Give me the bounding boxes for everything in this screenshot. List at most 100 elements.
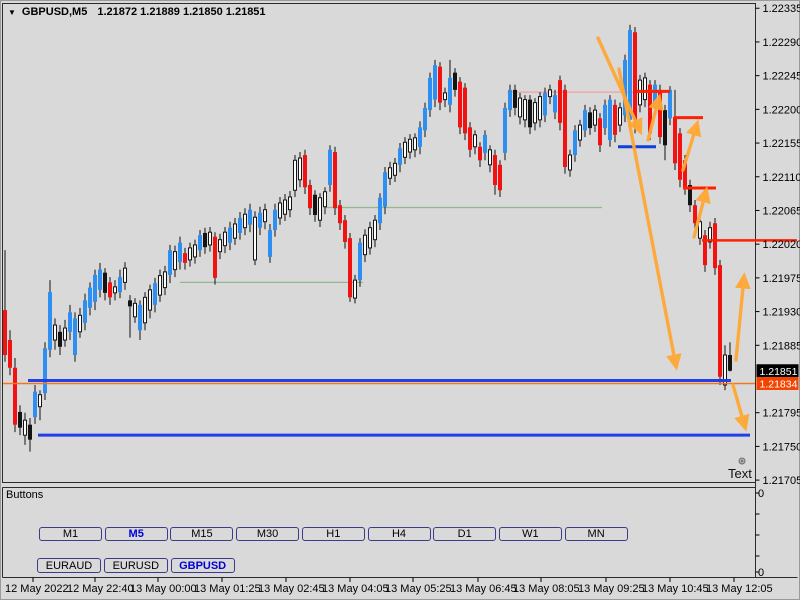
candle: [333, 146, 337, 215]
candle-body: [88, 287, 92, 308]
time-tick-label: 12 May 2022: [5, 583, 69, 595]
timeframe-button-h4[interactable]: H4: [367, 527, 431, 541]
time-tick-label: 12 May 22:40: [67, 583, 134, 595]
candle: [98, 262, 102, 298]
candle: [498, 160, 502, 197]
candle-body: [453, 72, 457, 90]
candle: [3, 250, 7, 362]
candle: [93, 269, 97, 311]
price-axis[interactable]: 1.22335 1.22290 1.22245 1.22200 1.22155 1.221…: [755, 3, 800, 487]
candle: [578, 119, 582, 147]
symbol-button-gbpusd[interactable]: GBPUSD: [170, 558, 235, 573]
candle-body: [338, 205, 342, 224]
candle: [543, 87, 547, 123]
candle-body: [3, 310, 7, 356]
candle-body: [358, 242, 362, 281]
candle-body: [643, 77, 647, 101]
candle-body: [573, 130, 577, 156]
candle: [528, 95, 532, 135]
candle-body: [258, 212, 262, 228]
candle-body: [493, 155, 497, 186]
subwindow-title: Buttons: [6, 489, 44, 501]
candle: [603, 99, 607, 135]
timeframe-button-h1[interactable]: H1: [301, 527, 365, 541]
candle-body: [193, 244, 197, 258]
candle-body: [263, 209, 267, 223]
timeframe-button-m15[interactable]: M15: [170, 527, 234, 541]
candle: [343, 214, 347, 249]
candle: [728, 342, 732, 372]
candle: [223, 226, 227, 254]
candle-body: [253, 216, 257, 261]
candle-body: [428, 77, 432, 111]
timeframe-button-mn[interactable]: MN: [564, 527, 628, 541]
arrow-annotation[interactable]: [617, 67, 682, 371]
candle: [203, 227, 207, 254]
candle: [33, 384, 37, 424]
arrow-annotation[interactable]: [681, 119, 702, 172]
candle: [273, 203, 277, 237]
candle-body: [543, 92, 547, 116]
candle: [458, 77, 462, 135]
candle-body: [93, 274, 97, 302]
timeframe-button-m30[interactable]: M30: [236, 527, 300, 541]
candle: [663, 104, 667, 161]
chart-text-object[interactable]: Text: [728, 466, 752, 481]
main-chart-border: [2, 3, 756, 483]
arrow-annotation[interactable]: [731, 383, 750, 432]
arrow-annotation[interactable]: [734, 272, 751, 362]
candle: [478, 142, 482, 168]
subwindow-scale: 00: [755, 488, 764, 579]
timeframe-button-d1[interactable]: D1: [433, 527, 497, 541]
time-tick-label: 13 May 08:05: [513, 583, 580, 595]
candle: [468, 122, 472, 158]
timeframe-button-m5[interactable]: M5: [104, 527, 168, 541]
candle-body: [578, 124, 582, 141]
candle-body: [208, 231, 212, 246]
symbol-button-euraud[interactable]: EURAUD: [37, 558, 101, 573]
candle: [553, 89, 557, 120]
candle: [128, 295, 132, 338]
candle-body: [378, 197, 382, 224]
candle-body: [313, 194, 317, 215]
candle-body: [148, 289, 152, 311]
candle: [513, 84, 517, 116]
candle-body: [383, 172, 387, 207]
candle: [493, 149, 497, 195]
candle-body: [518, 97, 522, 118]
candle: [303, 149, 307, 194]
symbol-button-eurusd[interactable]: EURUSD: [103, 558, 168, 573]
time-tick-label: 13 May 01:25: [194, 583, 261, 595]
candle-body: [388, 167, 392, 179]
candle-body: [323, 191, 327, 208]
candle-body: [218, 239, 222, 253]
candle: [353, 274, 357, 304]
candle-body: [398, 148, 402, 165]
timeframe-button-m1[interactable]: M1: [39, 527, 102, 541]
timeframe-button-w1[interactable]: W1: [498, 527, 562, 541]
candle-body: [23, 419, 27, 436]
candle-body: [223, 231, 227, 247]
symbol-dropdown-icon[interactable]: ▼: [8, 8, 16, 17]
candle: [8, 330, 12, 376]
candle-body: [508, 89, 512, 111]
candle: [68, 304, 72, 341]
candle-body: [588, 112, 592, 129]
candle: [358, 238, 362, 287]
candle-body: [278, 202, 282, 219]
price-chart[interactable]: 1.22335 1.22290 1.22245 1.22200 1.22155 1.221…: [0, 0, 800, 600]
terminal-window: 1.22335 1.22290 1.22245 1.22200 1.22155 1.221…: [0, 0, 800, 600]
candle-body: [618, 107, 622, 126]
candle-body: [233, 223, 237, 239]
candle-body: [98, 269, 102, 290]
level-lines-front[interactable]: [3, 89, 797, 437]
candle: [153, 277, 157, 313]
candle: [323, 187, 327, 215]
candle: [283, 193, 287, 221]
candle-body: [268, 229, 272, 257]
price-tick-label: 1.22155: [763, 138, 800, 150]
candle: [53, 318, 57, 350]
candle-body: [103, 272, 107, 293]
time-axis[interactable]: 12 May 202212 May 22:4013 May 00:0013 Ma…: [5, 577, 773, 596]
candle: [703, 229, 707, 272]
